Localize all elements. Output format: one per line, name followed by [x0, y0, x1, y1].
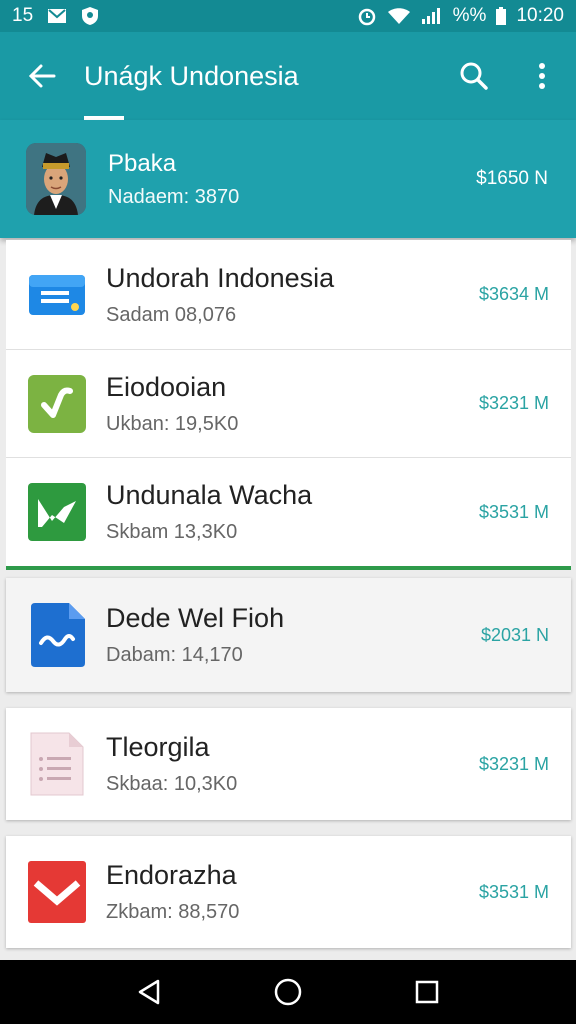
search-button[interactable] [440, 32, 508, 120]
page-title: Unágk Undonesia [84, 32, 440, 120]
list-item-subtitle: Skbaa: 10,3K0 [106, 773, 238, 795]
list-item-name: Endorazha [106, 860, 237, 890]
list-item-name: Undunala Wacha [106, 480, 313, 510]
nav-back-button[interactable] [125, 968, 173, 1016]
check-app-icon [28, 374, 86, 433]
more-vert-icon [539, 63, 545, 89]
green-mail-icon [28, 483, 86, 541]
list-item-amount: $3531 M [478, 501, 549, 522]
profile-subtitle: Nadaem: 3870 [108, 185, 240, 208]
back-triangle-icon [139, 979, 160, 1005]
list-item[interactable]: Endorazha Zkbam: 88,570 $3531 M [6, 836, 571, 948]
battery-icon [496, 7, 507, 25]
wallet-card-icon [28, 266, 86, 324]
recents-square-icon [415, 980, 438, 1004]
list-item-subtitle: Zkbam: 88,570 [106, 901, 240, 923]
list-item[interactable]: Undorah Indonesia Sadam 08,076 $3634 M [6, 240, 571, 350]
profile-header[interactable]: Pbaka Nadaem: 3870 $1650 N [0, 120, 576, 238]
back-arrow-icon [28, 64, 56, 88]
list-item[interactable]: Dede Wel Fioh Dabam: 14,170 $2031 N [6, 578, 571, 692]
profile-amount: $1650 N [476, 168, 548, 189]
profile-name: Pbaka [108, 149, 177, 177]
nav-recents-button[interactable] [403, 968, 451, 1016]
nav-home-button[interactable] [264, 968, 312, 1016]
list-item[interactable]: Eiodooian Ukban: 19,5K0 $3231 M [6, 350, 571, 458]
battery-percent: %% [452, 5, 487, 26]
list-item-name: Eiodooian [106, 371, 227, 402]
list-item-amount: $3634 M [478, 284, 549, 304]
list-item-subtitle: Skbam 13,3K0 [106, 521, 238, 543]
list-item-amount: $3531 M [478, 881, 549, 902]
mail-notification-icon [47, 8, 67, 24]
status-bar: 15 %% 10:20 [0, 0, 576, 32]
list-item-name: Undorah Indonesia [106, 262, 335, 293]
list-item-amount: $2031 N [480, 624, 549, 645]
home-circle-icon [274, 978, 302, 1006]
list-item-name: Dede Wel Fioh [106, 603, 285, 633]
status-time-right: 10:20 [516, 5, 564, 26]
list-item-name: Tleorgila [106, 732, 210, 762]
list-item-amount: $3231 M [478, 393, 549, 413]
list-item[interactable]: Undunala Wacha Skbam 13,3K0 $3531 M [6, 458, 571, 566]
list-item-subtitle: Sadam 08,076 [106, 303, 237, 326]
system-nav-bar [0, 960, 576, 1024]
status-time-left: 15 [12, 5, 34, 26]
search-icon [460, 62, 488, 90]
back-button[interactable] [0, 32, 84, 120]
page-title-text: Unágk Undonesia [84, 60, 299, 91]
more-options-button[interactable] [508, 32, 576, 120]
list-item-subtitle: Dabam: 14,170 [106, 644, 243, 666]
section-divider [6, 566, 571, 570]
alarm-icon [357, 6, 377, 26]
signal-icon [421, 7, 443, 25]
shield-notification-icon [81, 6, 99, 26]
list-item-subtitle: Ukban: 19,5K0 [106, 412, 239, 435]
wave-document-icon [28, 603, 86, 667]
avatar [26, 143, 86, 215]
red-mail-icon [28, 861, 86, 923]
wifi-icon [387, 7, 411, 25]
list-item[interactable]: Tleorgila Skbaa: 10,3K0 $3231 M [6, 708, 571, 820]
list-document-icon [28, 732, 86, 796]
list-item-amount: $3231 M [478, 753, 549, 774]
app-bar: Unágk Undonesia [0, 32, 576, 120]
